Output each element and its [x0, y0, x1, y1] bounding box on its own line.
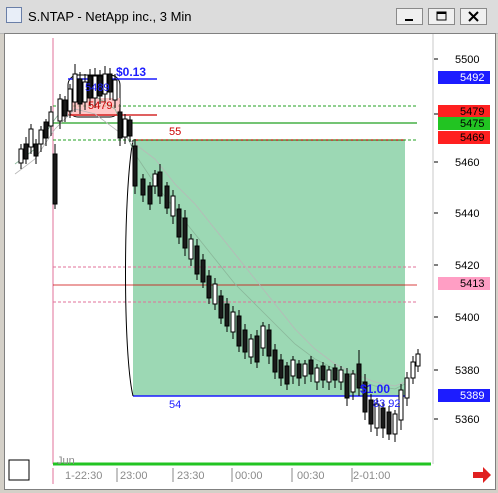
price-tag: 5475 — [460, 118, 484, 130]
chart-frame: $0.13 5489 5479 55 54 $1.00 83 92 5500 5… — [4, 33, 496, 490]
price-chart[interactable]: $0.13 5489 5479 55 54 $1.00 83 92 5500 5… — [5, 34, 495, 489]
bottom-profit-label: $1.00 — [360, 382, 390, 396]
x-tick: Jun — [57, 455, 75, 467]
top-box-profit-label: $0.13 — [116, 65, 146, 79]
x-tick: 1-22:30 — [65, 470, 102, 482]
minimize-button[interactable] — [396, 8, 423, 25]
x-tick: 00:00 — [235, 470, 263, 482]
price-tag: 5469 — [460, 132, 484, 144]
close-icon — [468, 11, 479, 22]
minimize-icon — [405, 19, 413, 21]
y-tick: 5500 — [455, 54, 479, 66]
price-tag: 5492 — [460, 72, 484, 84]
top-box-price-a: 5489 — [85, 82, 109, 94]
right-arrow-icon[interactable] — [473, 467, 491, 483]
y-tick: 5420 — [455, 260, 479, 272]
y-tick: 5400 — [455, 312, 479, 324]
price-tag: 5413 — [460, 278, 484, 290]
y-tick: 5460 — [455, 157, 479, 169]
exit-label: 54 — [169, 399, 181, 411]
x-tick: 2-01:00 — [353, 470, 390, 482]
y-tick: 5380 — [455, 365, 479, 377]
maximize-icon — [436, 11, 447, 21]
price-tags: 5492 5479 5475 5469 5413 5389 — [438, 71, 490, 402]
y-tick: 5360 — [455, 414, 479, 426]
chart-corner-box[interactable] — [8, 459, 30, 481]
x-tick: 23:30 — [177, 470, 205, 482]
maximize-button[interactable] — [428, 8, 455, 25]
x-tick: 23:00 — [120, 470, 148, 482]
price-tag: 5479 — [460, 106, 484, 118]
entry-label: 55 — [169, 126, 181, 138]
app-icon — [6, 7, 22, 23]
top-box-price-b: 5479 — [88, 100, 112, 112]
close-button[interactable] — [460, 8, 487, 25]
title-bar: S.NTAP - NetApp inc., 3 Min — [0, 0, 498, 34]
y-tick: 5440 — [455, 208, 479, 220]
bottom-price-label: 83 92 — [373, 398, 401, 410]
price-tag: 5389 — [460, 390, 484, 402]
window-title: S.NTAP - NetApp inc., 3 Min — [28, 9, 192, 24]
x-tick: 00:30 — [297, 470, 325, 482]
